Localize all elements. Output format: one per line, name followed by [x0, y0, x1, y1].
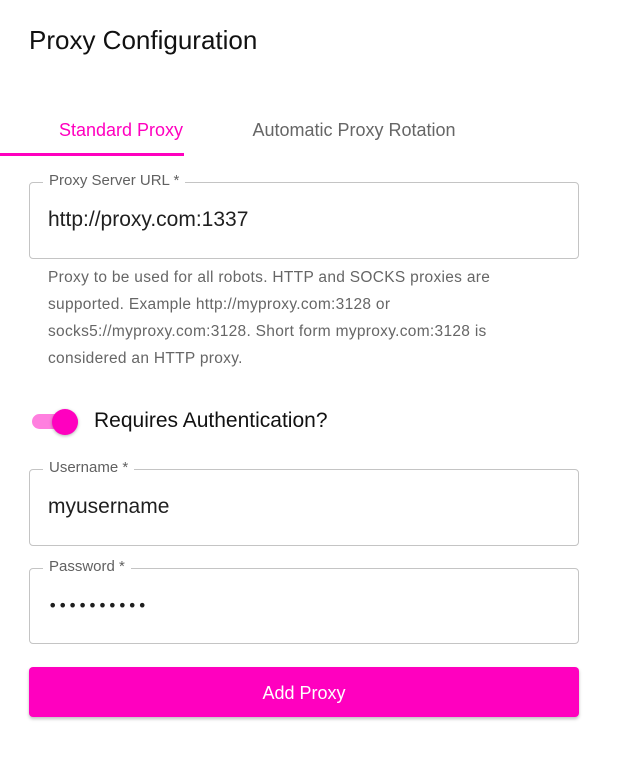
proxy-tabs: Standard Proxy Automatic Proxy Rotation — [29, 104, 549, 160]
proxy-url-helper-text: Proxy to be used for all robots. HTTP an… — [48, 269, 491, 367]
tab-standard-proxy-label: Standard Proxy — [58, 119, 184, 140]
password-input[interactable]: •••••••••• — [48, 587, 560, 625]
username-label: Username * — [43, 458, 135, 478]
username-field[interactable]: Username * — [29, 458, 579, 546]
proxy-configuration-page: Proxy Configuration Standard Proxy Autom… — [0, 0, 628, 768]
toggle-thumb — [52, 409, 78, 435]
page-title: Proxy Configuration — [29, 25, 258, 55]
username-input[interactable] — [48, 488, 560, 526]
proxy-server-url-label: Proxy Server URL * — [43, 171, 186, 191]
requires-authentication-label: Requires Authentication? — [94, 409, 328, 432]
proxy-server-url-input[interactable] — [48, 201, 560, 239]
password-field[interactable]: Password * •••••••••• — [29, 557, 579, 644]
tab-automatic-proxy-rotation-label: Automatic Proxy Rotation — [252, 119, 456, 140]
requires-authentication-toggle[interactable] — [29, 404, 83, 438]
password-label: Password * — [43, 557, 131, 577]
add-proxy-button[interactable]: Add Proxy — [29, 667, 579, 717]
tab-automatic-proxy-rotation[interactable]: Automatic Proxy Rotation — [219, 104, 489, 156]
tab-standard-proxy[interactable]: Standard Proxy — [29, 104, 213, 156]
proxy-server-url-field[interactable]: Proxy Server URL * — [29, 171, 579, 259]
active-tab-indicator — [0, 153, 184, 156]
